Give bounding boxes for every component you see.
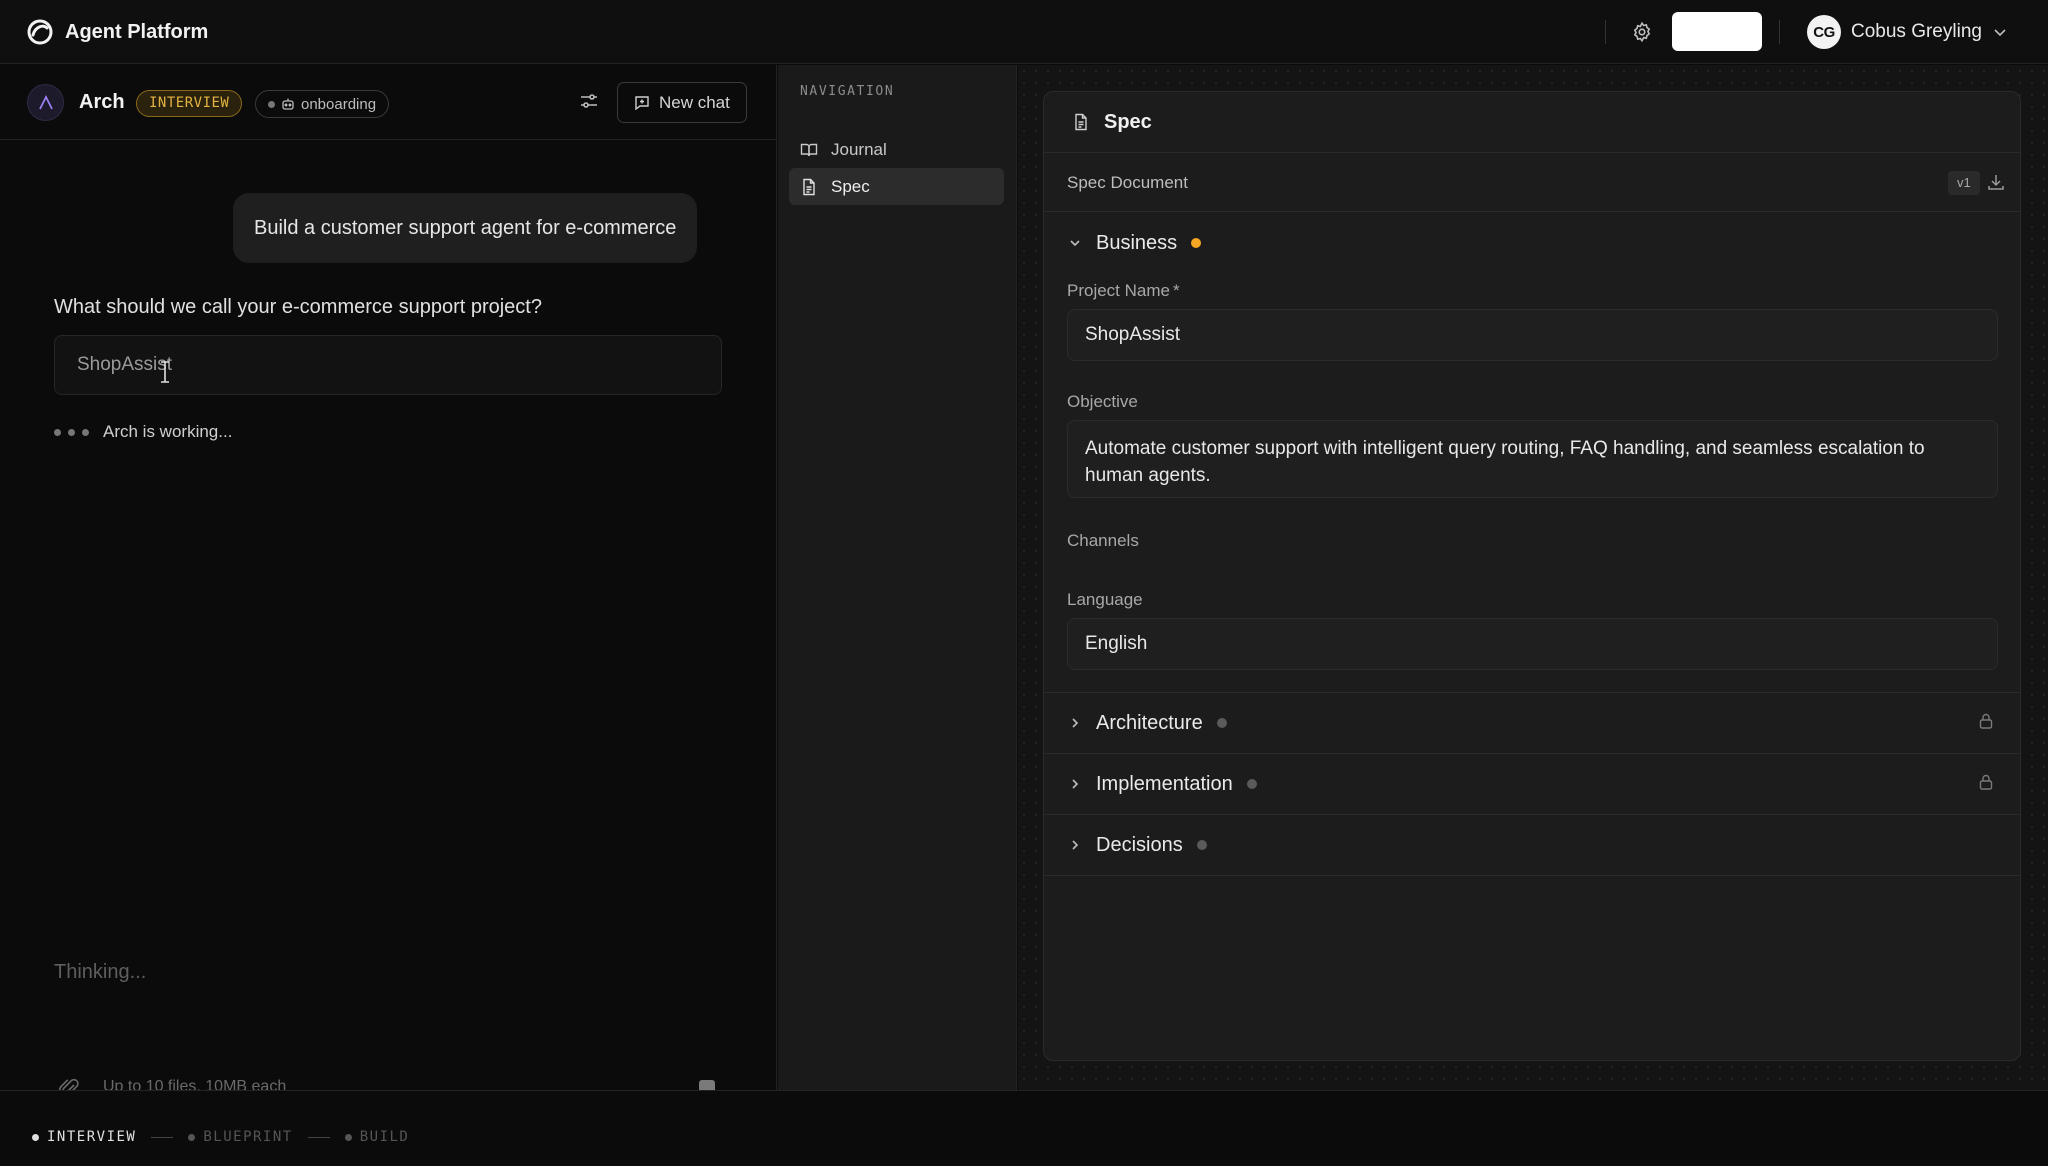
objective-label: Objective [1067,392,1138,411]
section-status-dot [1216,718,1227,728]
section-status-dot [1246,779,1257,789]
chevron-right-icon [1068,716,1082,730]
user-name: Cobus Greyling [1851,21,1982,42]
step-label: BLUEPRINT [203,1129,293,1145]
project-name-field[interactable]: ShopAssist [1067,309,1998,361]
chat-panel: Arch INTERVIEW onboarding New chat Build… [0,65,777,1097]
nav-item-label: Spec [831,176,870,196]
version-badge: v1 [1948,171,1980,195]
step-dot [344,1133,352,1141]
agent-avatar-icon [27,84,64,121]
phase-badge: INTERVIEW [136,90,243,117]
chevron-down-icon [1992,24,2008,40]
section-title: Decisions [1096,833,1183,856]
spec-card: Spec Spec Document v1 Business Project N… [1043,91,2021,1061]
step-label: INTERVIEW [47,1129,137,1145]
nav-item-journal[interactable]: Journal [789,131,1004,168]
typing-dots [54,428,89,436]
primary-action-button[interactable] [1672,12,1762,51]
nav-item-spec[interactable]: Spec [789,168,1004,205]
spec-document-bar: Spec Document v1 [1044,154,2020,212]
step-connector [151,1136,174,1138]
section-architecture-header[interactable]: Architecture [1044,693,2020,753]
navigation-title: NAVIGATION [800,84,895,99]
bot-icon [281,97,295,111]
agent-question: What should we call your e-commerce supp… [54,296,542,318]
working-status: Arch is working... [103,422,233,441]
nav-item-label: Journal [831,139,887,159]
lock-icon [1978,712,1998,732]
document-icon [800,178,818,196]
status-dot [268,100,275,108]
composer-input[interactable]: Thinking... [54,961,146,984]
user-message-bubble: Build a customer support agent for e-com… [233,193,698,263]
document-icon [1072,113,1090,131]
chevron-down-icon [1068,236,1082,250]
step-label: BUILD [359,1129,410,1145]
step-connector [307,1136,330,1138]
spec-area: Spec Spec Document v1 Business Project N… [1018,65,2048,1090]
spec-document-title: Spec Document [1067,173,1188,192]
section-decisions-header[interactable]: Decisions [1044,815,2020,875]
mode-badge[interactable]: onboarding [255,90,390,118]
bottom-stepper-bar: INTERVIEW BLUEPRINT BUILD [0,1090,2048,1166]
phase-stepper: INTERVIEW BLUEPRINT BUILD [32,1129,409,1145]
navigation-panel: NAVIGATION Journal Spec [778,65,1017,1090]
section-status-dot [1196,840,1207,850]
spec-card-header: Spec [1044,92,2020,153]
new-chat-button[interactable]: New chat [617,82,747,123]
section-status-dot [1191,238,1202,248]
section-business-header[interactable]: Business [1044,213,2020,273]
text-cursor-icon [158,360,172,384]
section-title: Business [1096,231,1178,254]
step-blueprint[interactable]: BLUEPRINT [188,1129,292,1145]
project-name-label: Project Name * [1067,281,1180,300]
divider [1605,20,1606,44]
answer-input[interactable]: ShopAssist [54,335,722,395]
mode-badge-label: onboarding [301,95,377,113]
avatar: CG [1807,15,1841,49]
channels-label: Channels [1067,531,1139,550]
brand[interactable]: Agent Platform [27,19,208,45]
divider [1779,20,1780,44]
section-title: Architecture [1096,711,1203,734]
app-title: Agent Platform [65,20,209,43]
spec-title: Spec [1104,110,1152,133]
section-title: Implementation [1096,772,1233,795]
working-indicator: Arch is working... [54,422,232,442]
step-dot [188,1133,196,1141]
agent-name: Arch [79,91,125,113]
settings-gear-icon[interactable] [1629,19,1655,45]
objective-field[interactable]: Automate customer support with intellige… [1067,420,1998,498]
step-dot [32,1133,39,1141]
download-icon[interactable] [1986,172,2008,194]
new-chat-label: New chat [659,92,730,112]
section-implementation-header[interactable]: Implementation [1044,754,2020,814]
top-bar: Agent Platform CG Cobus Greyling [0,0,2048,64]
user-menu[interactable]: CG Cobus Greyling [1807,15,2008,49]
lock-icon [1978,773,1998,793]
chevron-right-icon [1068,777,1082,791]
language-label: Language [1067,590,1143,609]
chevron-right-icon [1068,838,1082,852]
language-field[interactable]: English [1067,618,1998,670]
chat-header: Arch INTERVIEW onboarding New chat [0,65,777,140]
divider [1044,875,2020,876]
step-build[interactable]: BUILD [344,1129,410,1145]
step-interview[interactable]: INTERVIEW [32,1129,136,1145]
book-icon [800,141,818,159]
sliders-icon[interactable] [578,90,602,114]
platform-logo-icon [27,19,53,45]
message-plus-icon [634,95,650,111]
